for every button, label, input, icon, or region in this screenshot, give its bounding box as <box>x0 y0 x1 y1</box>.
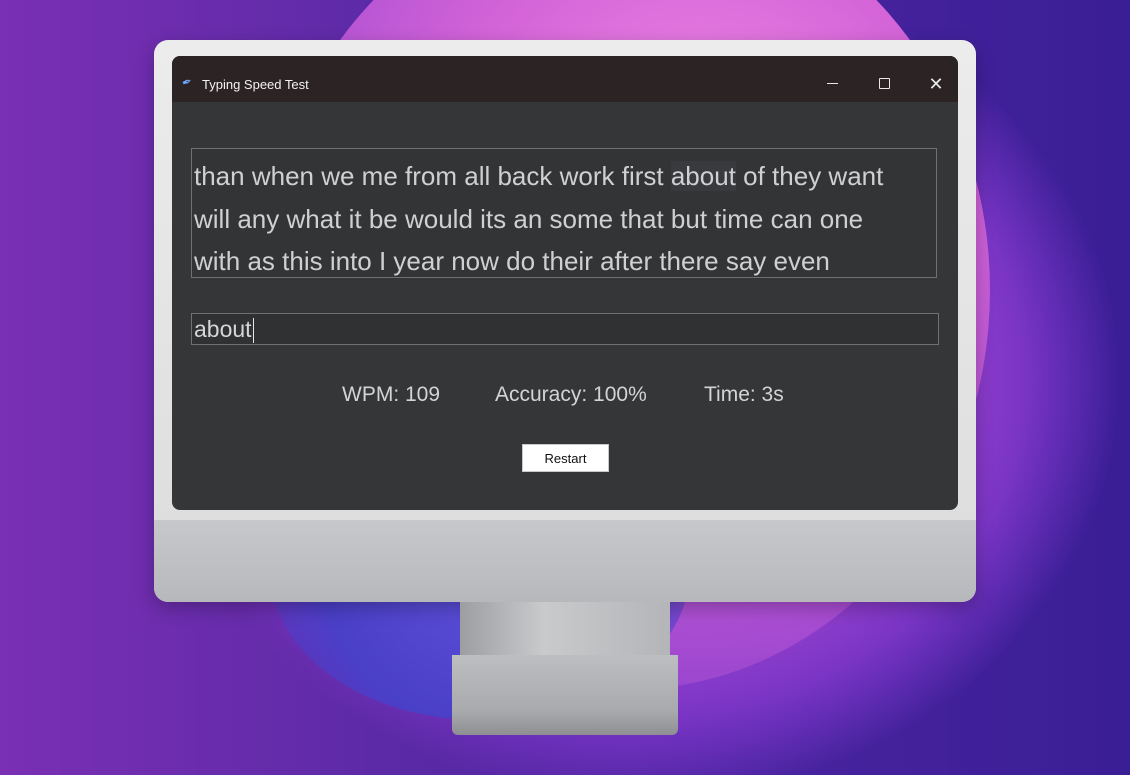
monitor-chin <box>154 520 976 602</box>
passage-line: than when we me from all back work first… <box>194 155 936 198</box>
close-icon: ✕ <box>928 74 944 94</box>
app-window: ✒ Typing Speed Test ✕ than when we me fr… <box>172 56 958 510</box>
time-label: Time: 3s <box>704 383 784 406</box>
passage-text-before: than when we me from all back work first <box>194 161 671 191</box>
accuracy-label: Accuracy: 100% <box>495 383 647 406</box>
monitor-stand-base <box>452 655 678 735</box>
restart-button[interactable]: Restart <box>522 444 609 472</box>
text-caret <box>253 318 254 343</box>
minimize-button[interactable] <box>809 68 855 100</box>
title-bar[interactable]: ✒ Typing Speed Test ✕ <box>172 56 958 102</box>
window-title: Typing Speed Test <box>202 77 309 92</box>
wpm-label: WPM: 109 <box>342 383 441 406</box>
typing-input[interactable] <box>191 313 939 345</box>
maximize-icon <box>878 78 890 90</box>
passage-text-after: of they want <box>735 161 884 191</box>
minimize-icon <box>826 83 838 85</box>
feather-icon: ✒ <box>179 73 195 91</box>
close-button[interactable]: ✕ <box>913 68 958 100</box>
passage-line: with as this into I year now do their af… <box>194 246 830 276</box>
passage-line: will any what it be would its an some th… <box>194 203 864 234</box>
current-word-highlight: about <box>670 161 736 191</box>
passage-text-box: than when we me from all back work first… <box>191 148 937 278</box>
maximize-button[interactable] <box>861 68 907 100</box>
